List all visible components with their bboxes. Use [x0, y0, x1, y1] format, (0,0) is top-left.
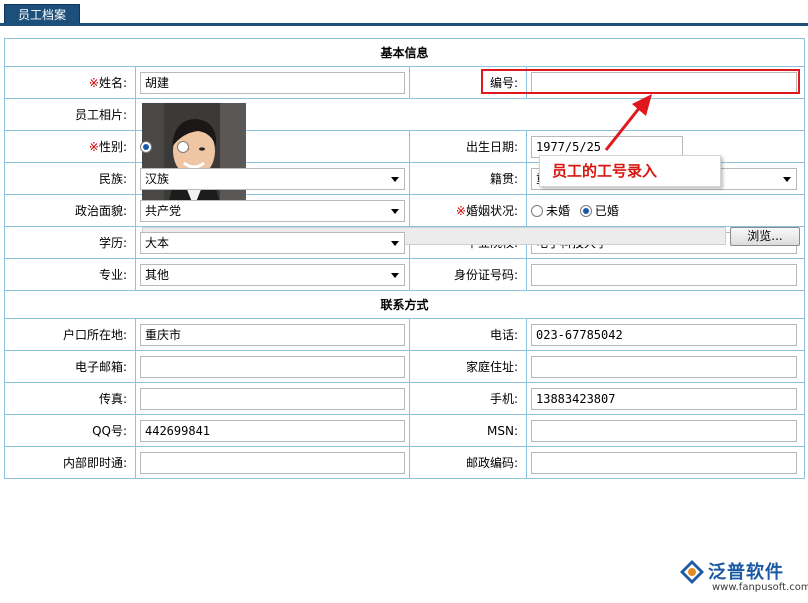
idcard-input[interactable]: [531, 263, 797, 286]
number-field-highlight: [481, 69, 800, 94]
education-label: 学历:: [4, 226, 136, 259]
required-mark: ※: [88, 76, 99, 90]
tab-bar: 员工档案: [0, 0, 808, 26]
company-logo: 泛普软件 www.fanpusoft.com: [678, 556, 808, 600]
marriage-single-radio[interactable]: [531, 204, 543, 217]
email-input[interactable]: [140, 355, 405, 378]
name-input[interactable]: 胡建: [140, 71, 405, 94]
photo-cell: 浏览...: [134, 98, 806, 246]
section-basic-info: 基本信息: [3, 38, 806, 67]
chevron-down-icon: [391, 208, 399, 214]
marriage-married-radio[interactable]: [579, 204, 592, 217]
nation-label: 民族:: [4, 162, 136, 195]
im-label: 内部即时通:: [4, 446, 136, 479]
gender-female-radio[interactable]: [176, 140, 189, 153]
major-select[interactable]: 其他: [140, 263, 405, 286]
birth-label: 出生日期:: [409, 130, 527, 163]
chevron-down-icon: [391, 176, 399, 182]
phone-label: 电话:: [409, 318, 527, 351]
marriage-single-label: 未婚: [546, 204, 571, 218]
gender-male-radio[interactable]: [140, 140, 152, 153]
annotation-arrow-icon: [604, 94, 652, 151]
employee-form: 基本信息 ※姓名: 胡建 编号: 员工相片: 浏览... ※性别: 出生日期: …: [3, 38, 806, 479]
tab-employee-archive[interactable]: 员工档案: [4, 4, 80, 24]
hukou-input[interactable]: 重庆市: [140, 323, 405, 346]
logo-icon: [680, 560, 704, 584]
fax-label: 传真:: [4, 382, 136, 415]
name-label: ※姓名:: [4, 66, 136, 99]
chevron-down-icon: [391, 272, 399, 278]
browse-button[interactable]: 浏览...: [730, 227, 800, 246]
im-input[interactable]: [140, 451, 405, 474]
section-contact: 联系方式: [3, 290, 806, 319]
mobile-input[interactable]: 13883423807: [531, 387, 797, 410]
marriage-label: ※婚姻状况:: [409, 194, 527, 227]
fax-input[interactable]: [140, 387, 405, 410]
phone-input[interactable]: 023-67785042: [531, 323, 797, 346]
postcode-label: 邮政编码:: [409, 446, 527, 479]
logo-url: www.fanpusoft.com: [712, 582, 808, 593]
political-label: 政治面貌:: [4, 194, 136, 227]
marriage-radio-group: 未婚 已婚: [525, 194, 806, 227]
address-label: 家庭住址:: [409, 350, 527, 383]
email-label: 电子邮箱:: [4, 350, 136, 383]
nation-select[interactable]: 汉族: [140, 167, 405, 190]
gender-label: ※性别:: [4, 130, 136, 163]
qq-label: QQ号:: [4, 414, 136, 447]
native-label: 籍贯:: [409, 162, 527, 195]
mobile-label: 手机:: [409, 382, 527, 415]
hukou-label: 户口所在地:: [4, 318, 136, 351]
msn-label: MSN:: [409, 414, 527, 447]
chevron-down-icon: [783, 176, 791, 182]
annotation-callout: 员工的工号录入: [539, 155, 721, 187]
postcode-input[interactable]: [531, 451, 797, 474]
qq-input[interactable]: 442699841: [140, 419, 405, 442]
major-label: 专业:: [4, 258, 136, 291]
address-input[interactable]: [531, 355, 797, 378]
marriage-married-label: 已婚: [594, 204, 619, 218]
msn-input[interactable]: [531, 419, 797, 442]
education-select[interactable]: 大本: [140, 231, 405, 254]
idcard-label: 身份证号码:: [409, 258, 527, 291]
tab-underline: [0, 23, 808, 26]
political-select[interactable]: 共产党: [140, 199, 405, 222]
photo-label: 员工相片:: [4, 98, 136, 131]
chevron-down-icon: [391, 240, 399, 246]
logo-brand: 泛普软件: [708, 562, 784, 583]
